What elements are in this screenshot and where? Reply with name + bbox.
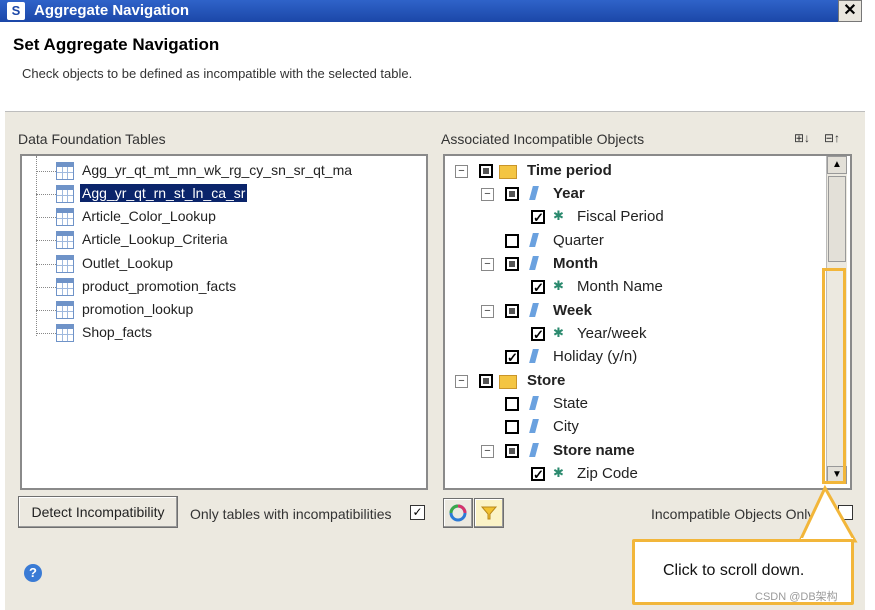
- incompatible-objects-label: Associated Incompatible Objects: [441, 131, 645, 147]
- refresh-button[interactable]: [443, 498, 473, 528]
- table-icon: [56, 231, 74, 249]
- data-foundation-tables-list[interactable]: Agg_yr_qt_mt_mn_wk_rg_cy_sn_sr_qt_ma Agg…: [20, 154, 428, 490]
- filter-icon: [480, 506, 498, 520]
- folder-icon: [499, 375, 517, 389]
- data-foundation-tables-label: Data Foundation Tables: [18, 131, 166, 147]
- checkbox-partial[interactable]: [505, 444, 519, 458]
- collapse-icon[interactable]: −: [481, 258, 494, 271]
- dimension-icon: [529, 303, 539, 317]
- folder-icon: [499, 165, 517, 179]
- dimension-icon: [529, 349, 539, 363]
- checkbox-unchecked[interactable]: [505, 420, 519, 434]
- checkbox-partial[interactable]: [479, 164, 493, 178]
- incompatible-objects-tree[interactable]: − Time period − Year ✓ ✱ Fiscal Period Q…: [443, 154, 852, 490]
- table-icon: [56, 185, 74, 203]
- window-titlebar: S Aggregate Navigation: [0, 0, 860, 22]
- checkbox-checked[interactable]: ✓: [531, 280, 545, 294]
- scroll-highlight-box: [822, 268, 846, 484]
- callout-pointer: [797, 484, 858, 544]
- detail-icon: ✱: [553, 208, 564, 223]
- dimension-icon: [529, 396, 539, 410]
- collapse-icon[interactable]: −: [455, 375, 468, 388]
- window-title: Aggregate Navigation: [34, 2, 190, 19]
- table-icon: [56, 208, 74, 226]
- scroll-thumb[interactable]: [828, 176, 846, 262]
- table-icon: [56, 324, 74, 342]
- dimension-icon: [529, 443, 539, 457]
- checkbox-unchecked[interactable]: [505, 397, 519, 411]
- dimension-icon: [529, 186, 539, 200]
- refresh-icon: [449, 504, 467, 522]
- checkbox-partial[interactable]: [505, 304, 519, 318]
- expand-all-icon[interactable]: ⊞↓: [794, 131, 810, 145]
- checkbox-partial[interactable]: [505, 187, 519, 201]
- app-icon: S: [7, 2, 25, 20]
- callout-text: Click to scroll down.: [663, 562, 805, 579]
- watermark: CSDN @DB架构: [755, 591, 838, 603]
- dialog-subtitle: Check objects to be defined as incompati…: [22, 66, 413, 81]
- collapse-icon[interactable]: −: [455, 165, 468, 178]
- dimension-icon: [529, 256, 539, 270]
- close-button[interactable]: ✕: [838, 0, 862, 22]
- checkbox-checked[interactable]: ✓: [505, 350, 519, 364]
- collapse-icon[interactable]: −: [481, 188, 494, 201]
- detail-icon: ✱: [553, 278, 564, 293]
- help-icon[interactable]: ?: [24, 564, 42, 582]
- filter-button[interactable]: [474, 498, 504, 528]
- only-tables-label: Only tables with incompatibilities: [190, 506, 392, 522]
- dialog-title: Set Aggregate Navigation: [13, 35, 220, 54]
- checkbox-unchecked[interactable]: [505, 234, 519, 248]
- dimension-icon: [529, 233, 539, 247]
- dimension-icon: [529, 419, 539, 433]
- collapse-icon[interactable]: −: [481, 305, 494, 318]
- table-icon: [56, 255, 74, 273]
- scroll-up-button[interactable]: ▲: [827, 156, 847, 174]
- only-tables-checkbox[interactable]: ✓: [410, 505, 425, 520]
- checkbox-partial[interactable]: [479, 374, 493, 388]
- dialog-header: Set Aggregate Navigation Check objects t…: [5, 23, 865, 112]
- checkbox-checked[interactable]: ✓: [531, 327, 545, 341]
- checkbox-partial[interactable]: [505, 257, 519, 271]
- table-icon: [56, 301, 74, 319]
- checkbox-checked[interactable]: ✓: [531, 467, 545, 481]
- detail-icon: ✱: [553, 465, 564, 480]
- table-icon: [56, 278, 74, 296]
- table-icon: [56, 162, 74, 180]
- collapse-icon[interactable]: −: [481, 445, 494, 458]
- checkbox-checked[interactable]: ✓: [531, 210, 545, 224]
- detail-icon: ✱: [553, 325, 564, 340]
- collapse-all-icon[interactable]: ⊟↑: [824, 131, 840, 145]
- close-icon: ✕: [843, 2, 857, 19]
- detect-incompatibility-button[interactable]: Detect Incompatibility: [18, 496, 178, 528]
